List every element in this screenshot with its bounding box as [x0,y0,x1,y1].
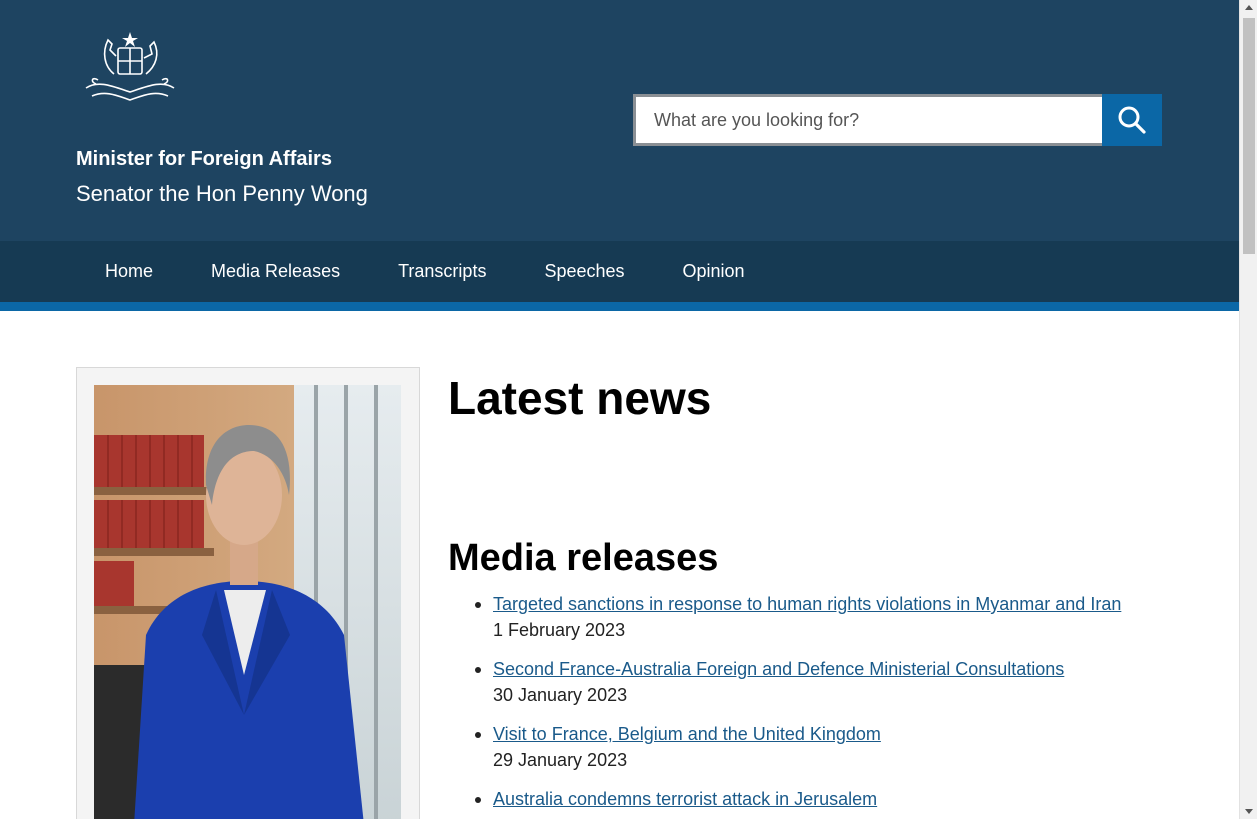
site-title: Minister for Foreign Affairs [76,148,332,170]
site-subtitle: Senator the Hon Penny Wong [76,181,368,206]
main-nav: Home Media Releases Transcripts Speeches… [0,241,1239,302]
release-date: 29 January 2023 [493,750,628,770]
release-date: 30 January 2023 [493,685,628,705]
nav-item-opinion[interactable]: Opinion [654,261,774,282]
search-icon [1118,106,1146,134]
page-scrollbar[interactable] [1239,0,1257,819]
release-link[interactable]: Visit to France, Belgium and the United … [493,722,1193,746]
search-button[interactable] [1102,94,1162,146]
minister-portrait [94,385,401,819]
latest-news-heading: Latest news [448,372,712,424]
scroll-up-icon[interactable] [1245,5,1253,10]
list-item: Visit to France, Belgium and the United … [475,722,1193,774]
release-link[interactable]: Targeted sanctions in response to human … [493,592,1193,616]
search-input[interactable] [633,94,1102,146]
nav-item-speeches[interactable]: Speeches [515,261,653,282]
release-link[interactable]: Second France-Australia Foreign and Defe… [493,657,1193,681]
list-item: Australia condemns terrorist attack in J… [475,787,1193,811]
release-link[interactable]: Australia condemns terrorist attack in J… [493,787,1193,811]
search-form [633,94,1162,146]
nav-item-home[interactable]: Home [76,261,182,282]
nav-accent-stripe [0,302,1239,311]
media-release-list: Targeted sanctions in response to human … [475,592,1193,819]
list-item: Targeted sanctions in response to human … [475,592,1193,644]
scroll-thumb[interactable] [1243,18,1255,254]
coat-of-arms-icon [85,32,175,101]
release-date: 1 February 2023 [493,620,626,640]
minister-photo-card [76,367,420,819]
nav-item-transcripts[interactable]: Transcripts [369,261,515,282]
nav-item-media-releases[interactable]: Media Releases [182,261,369,282]
scroll-down-icon[interactable] [1245,809,1253,814]
site-header: Minister for Foreign Affairs Senator the… [0,0,1239,241]
list-item: Second France-Australia Foreign and Defe… [475,657,1193,709]
media-releases-heading: Media releases [448,537,719,579]
